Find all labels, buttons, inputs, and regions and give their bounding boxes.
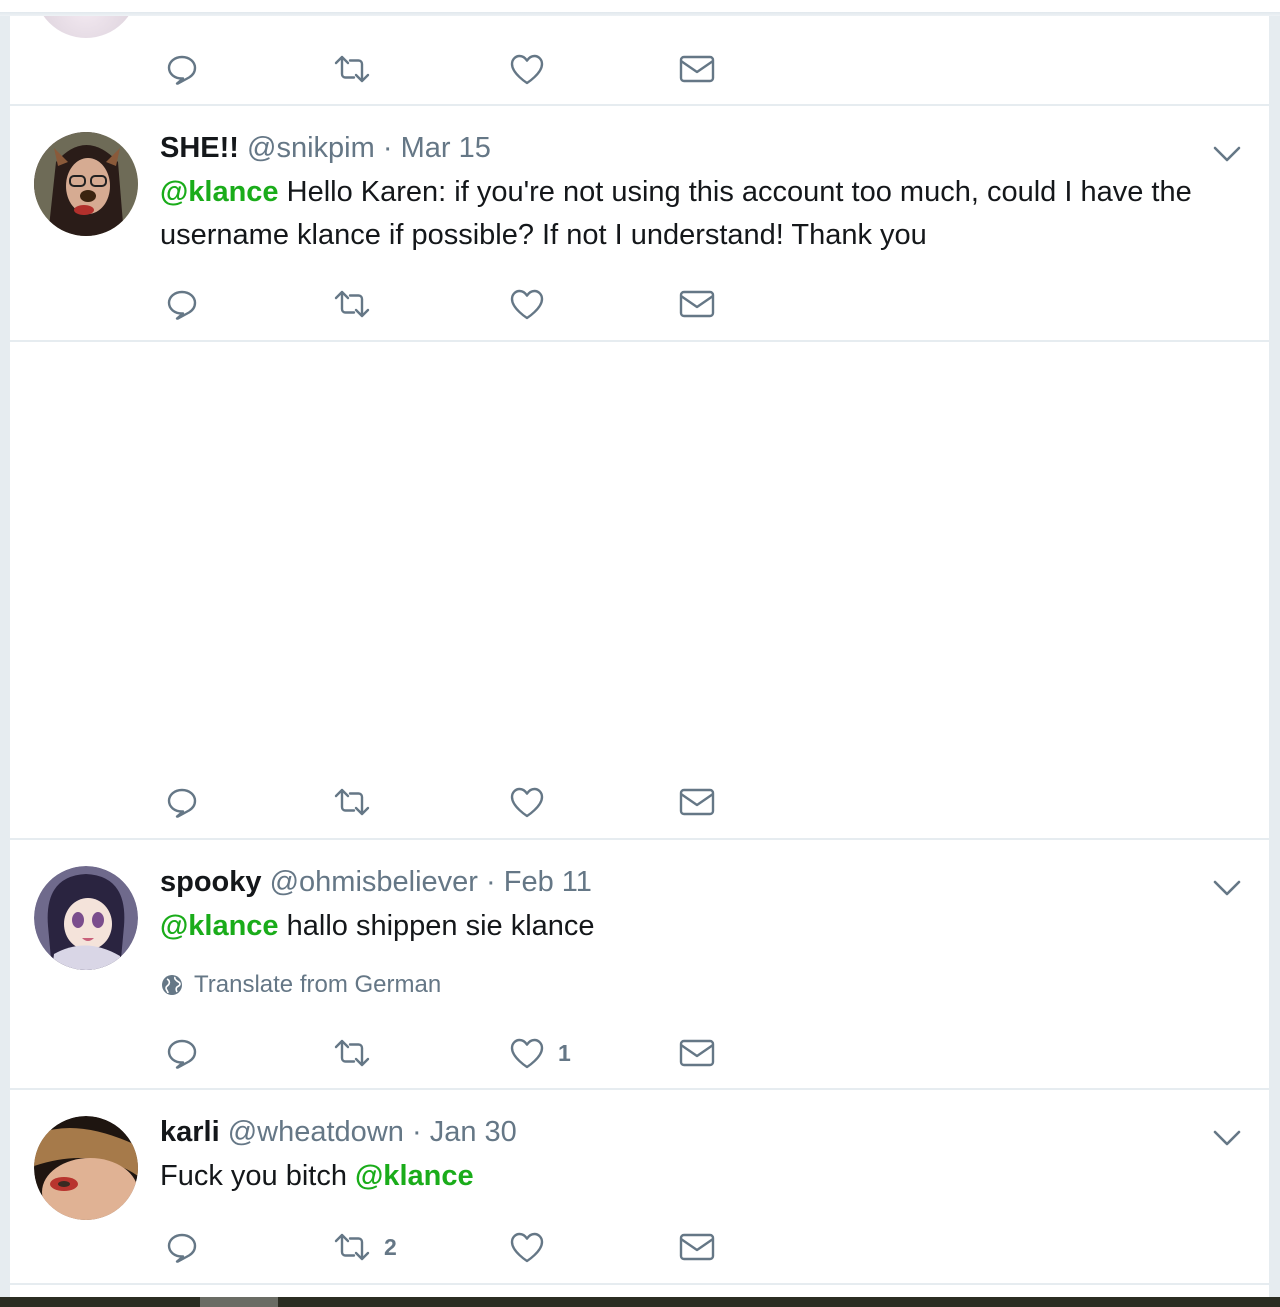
- direct-message-button[interactable]: [678, 49, 728, 89]
- retweet-button[interactable]: [332, 1033, 384, 1073]
- tweet-wheatdown[interactable]: karli @wheatdown · Jan 30 Fuck you bitch…: [10, 1090, 1269, 1285]
- timestamp[interactable]: Jan 30: [430, 1116, 517, 1148]
- separator-dot: ·: [486, 866, 496, 898]
- like-button[interactable]: [508, 1227, 558, 1267]
- tweet-body: Hello Karen: if you're not using this ac…: [160, 176, 1192, 251]
- retweet-icon: [334, 1233, 370, 1261]
- tweet-actions: 1: [160, 1033, 760, 1073]
- tweet-unloaded[interactable]: [10, 342, 1269, 840]
- like-count: 1: [558, 1039, 571, 1066]
- tweet-actions: [160, 49, 760, 89]
- direct-message-button[interactable]: [678, 1033, 728, 1073]
- reply-button[interactable]: [164, 782, 212, 822]
- direct-message-icon: [679, 290, 715, 318]
- like-icon: [510, 54, 544, 85]
- mention-link[interactable]: @klance: [355, 1160, 474, 1192]
- retweet-icon: [334, 290, 370, 318]
- like-button[interactable]: [508, 49, 558, 89]
- tweet-header: SHE!! @snikpim · Mar 15: [160, 131, 491, 165]
- translate-link[interactable]: Translate from German: [160, 971, 441, 999]
- separator-dot: ·: [382, 132, 393, 164]
- avatar[interactable]: [34, 866, 138, 970]
- display-name[interactable]: spooky: [160, 866, 262, 898]
- tweet-actions: [160, 782, 760, 822]
- username[interactable]: @ohmisbeliever: [270, 866, 478, 898]
- direct-message-button[interactable]: [678, 1227, 728, 1267]
- taskbar-strip: [0, 1297, 1280, 1307]
- like-button[interactable]: [508, 284, 558, 324]
- retweet-button[interactable]: [332, 284, 384, 324]
- like-icon: [510, 1232, 544, 1263]
- tweet-header: spooky @ohmisbeliever · Feb 11: [160, 865, 592, 899]
- reply-button[interactable]: [164, 284, 212, 324]
- like-icon: [510, 289, 544, 320]
- direct-message-icon: [679, 55, 715, 83]
- tweet-body: hallo shippen sie klance: [278, 910, 595, 942]
- tweet-header: karli @wheatdown · Jan 30: [160, 1115, 517, 1149]
- tweet-text: @klance Hello Karen: if you're not using…: [160, 171, 1240, 257]
- taskbar-item: [200, 1297, 278, 1307]
- avatar[interactable]: [34, 132, 138, 236]
- retweet-count: 2: [384, 1233, 397, 1260]
- tweet-text: @klance hallo shippen sie klance: [160, 905, 1240, 948]
- tweet-snikpim[interactable]: SHE!! @snikpim · Mar 15 @klance Hello Ka…: [10, 106, 1269, 342]
- retweet-button[interactable]: [332, 782, 384, 822]
- like-button[interactable]: 1: [508, 1033, 571, 1073]
- header-shadow: [0, 0, 1280, 16]
- timestamp[interactable]: Feb 11: [504, 866, 592, 898]
- reply-icon: [167, 290, 197, 320]
- retweet-icon: [334, 1039, 370, 1067]
- like-button[interactable]: [508, 782, 558, 822]
- tweet-body: Fuck you bitch: [160, 1160, 356, 1192]
- retweet-button[interactable]: 2: [332, 1227, 397, 1267]
- avatar-anime-art: [34, 866, 138, 970]
- retweet-icon: [334, 55, 370, 83]
- tweet-actions: [160, 284, 760, 324]
- reply-icon: [167, 55, 197, 85]
- avatar-face-art: [34, 132, 138, 236]
- reply-button[interactable]: [164, 1033, 212, 1073]
- direct-message-icon: [679, 788, 715, 816]
- mention-link[interactable]: @klance: [160, 910, 279, 942]
- username[interactable]: @snikpim: [247, 132, 375, 164]
- timestamp[interactable]: Mar 15: [401, 132, 491, 164]
- avatar-face-art: [34, 1116, 138, 1220]
- separator-dot: ·: [411, 1116, 422, 1148]
- display-name[interactable]: SHE!!: [160, 132, 239, 164]
- tweet-ohmisbeliever[interactable]: spooky @ohmisbeliever · Feb 11 @klance h…: [10, 840, 1269, 1090]
- reply-button[interactable]: [164, 49, 212, 89]
- caret-down-icon[interactable]: [1210, 1126, 1244, 1150]
- tweet-text: Fuck you bitch @klance: [160, 1155, 1240, 1198]
- page-right-gutter: [1269, 0, 1280, 1297]
- reply-icon: [167, 788, 197, 818]
- direct-message-button[interactable]: [678, 782, 728, 822]
- tweet-actions: 2: [160, 1227, 760, 1267]
- page-left-gutter: [0, 0, 10, 1297]
- direct-message-icon: [679, 1233, 715, 1261]
- retweet-button[interactable]: [332, 49, 384, 89]
- avatar[interactable]: [34, 1116, 138, 1220]
- direct-message-icon: [679, 1039, 715, 1067]
- caret-down-icon[interactable]: [1210, 876, 1244, 900]
- display-name[interactable]: karli: [160, 1116, 220, 1148]
- direct-message-button[interactable]: [678, 284, 728, 324]
- translate-label[interactable]: Translate from German: [194, 971, 441, 999]
- like-icon: [510, 787, 544, 818]
- globe-icon: [162, 975, 182, 995]
- like-icon: [510, 1038, 544, 1069]
- mention-link[interactable]: @klance: [160, 176, 279, 208]
- username[interactable]: @wheatdown: [228, 1116, 404, 1148]
- reply-button[interactable]: [164, 1227, 212, 1267]
- reply-icon: [167, 1233, 197, 1263]
- reply-icon: [167, 1039, 197, 1069]
- retweet-icon: [334, 788, 370, 816]
- caret-down-icon[interactable]: [1210, 142, 1244, 166]
